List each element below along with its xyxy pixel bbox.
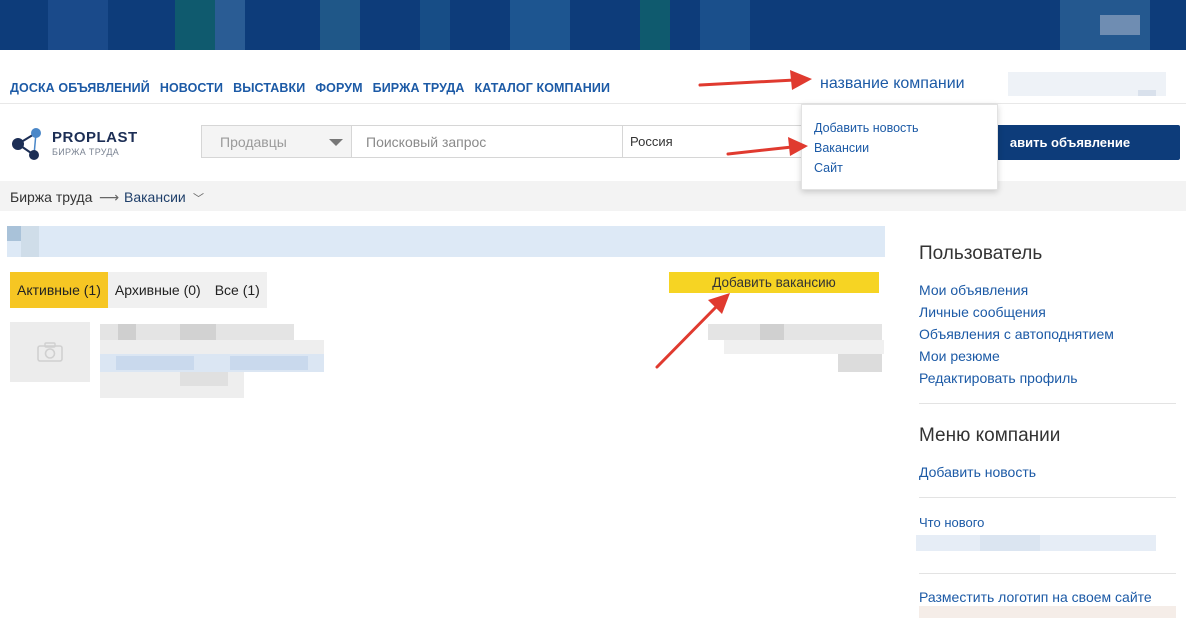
vacancy-tabs: Активные (1) Архивные (0) Все (1): [10, 272, 267, 308]
tab-archived[interactable]: Архивные (0): [107, 272, 208, 308]
annotation-arrow-icon: [698, 70, 812, 90]
nav-company-catalog[interactable]: КАТАЛОГ КОМПАНИИ: [475, 81, 611, 95]
sidebar-link-whats-new[interactable]: Что нового: [919, 515, 984, 530]
tab-active[interactable]: Активные (1): [10, 272, 108, 308]
sidebar-divider: [919, 497, 1176, 498]
site-logo[interactable]: PROPLAST БИРЖА ТРУДА: [10, 126, 180, 166]
logo-title: PROPLAST: [52, 129, 138, 146]
camera-icon: [37, 342, 63, 362]
sidebar-link-messages[interactable]: Личные сообщения: [919, 304, 1046, 320]
breadcrumb-root[interactable]: Биржа труда: [10, 189, 92, 205]
sidebar-link-edit-profile[interactable]: Редактировать профиль: [919, 370, 1078, 386]
tab-all[interactable]: Все (1): [207, 272, 267, 308]
search-input[interactable]: [352, 126, 623, 157]
dropdown-item-site[interactable]: Сайт: [814, 161, 843, 175]
sidebar-link-add-news[interactable]: Добавить новость: [919, 464, 1036, 480]
top-navigation: ДОСКА ОБЪЯВЛЕНИЙ НОВОСТИ ВЫСТАВКИ ФОРУМ …: [10, 81, 620, 95]
category-select-value: Продавцы: [220, 134, 287, 150]
region-field[interactable]: Россия: [623, 126, 803, 157]
breadcrumb: Биржа труда ⟶ Вакансии ﹀: [0, 181, 1186, 211]
sidebar-company-title: Меню компании: [919, 425, 1061, 446]
chevron-down-icon[interactable]: ﹀: [193, 190, 204, 206]
user-account-blurred[interactable]: [1008, 72, 1166, 96]
sidebar-link-my-ads[interactable]: Мои объявления: [919, 282, 1028, 298]
nav-news[interactable]: НОВОСТИ: [160, 81, 223, 95]
whats-new-blurred-part: [980, 535, 1040, 551]
dropdown-item-vacancies[interactable]: Вакансии: [814, 141, 869, 155]
nav-divider: [0, 103, 1186, 104]
region-value: Россия: [630, 134, 673, 149]
dropdown-item-add-news[interactable]: Добавить новость: [814, 121, 919, 135]
search-bar: Продавцы Россия: [201, 125, 804, 158]
top-banner: [0, 0, 1186, 50]
molecule-logo-icon: [12, 128, 41, 160]
nav-forum[interactable]: ФОРУМ: [315, 81, 362, 95]
vacancy-thumbnail[interactable]: [10, 322, 90, 382]
sidebar-link-my-resumes[interactable]: Мои резюме: [919, 348, 1000, 364]
sidebar-link-autoraise[interactable]: Объявления с автоподнятием: [919, 326, 1114, 342]
company-menu-link[interactable]: название компании: [820, 75, 965, 93]
breadcrumb-arrow-icon: ⟶: [99, 189, 120, 205]
breadcrumb-current[interactable]: Вакансии: [124, 189, 186, 205]
logo-link-blurred: [919, 606, 1176, 618]
sidebar-divider: [919, 403, 1176, 404]
category-select[interactable]: Продавцы: [202, 126, 352, 157]
nav-job-exchange[interactable]: БИРЖА ТРУДА: [373, 81, 465, 95]
sidebar-divider: [919, 573, 1176, 574]
sidebar-user-title: Пользователь: [919, 243, 1043, 264]
add-vacancy-button[interactable]: Добавить вакансию: [669, 272, 879, 293]
company-dropdown-menu: Добавить новость Вакансии Сайт: [801, 104, 998, 190]
logo-subtitle: БИРЖА ТРУДА: [52, 147, 120, 157]
chevron-down-icon: [329, 139, 343, 146]
nav-board[interactable]: ДОСКА ОБЪЯВЛЕНИЙ: [10, 81, 150, 95]
nav-exhibitions[interactable]: ВЫСТАВКИ: [233, 81, 305, 95]
sidebar-link-place-logo[interactable]: Разместить логотип на своем сайте: [919, 589, 1152, 605]
page-title-blurred: [7, 226, 885, 257]
